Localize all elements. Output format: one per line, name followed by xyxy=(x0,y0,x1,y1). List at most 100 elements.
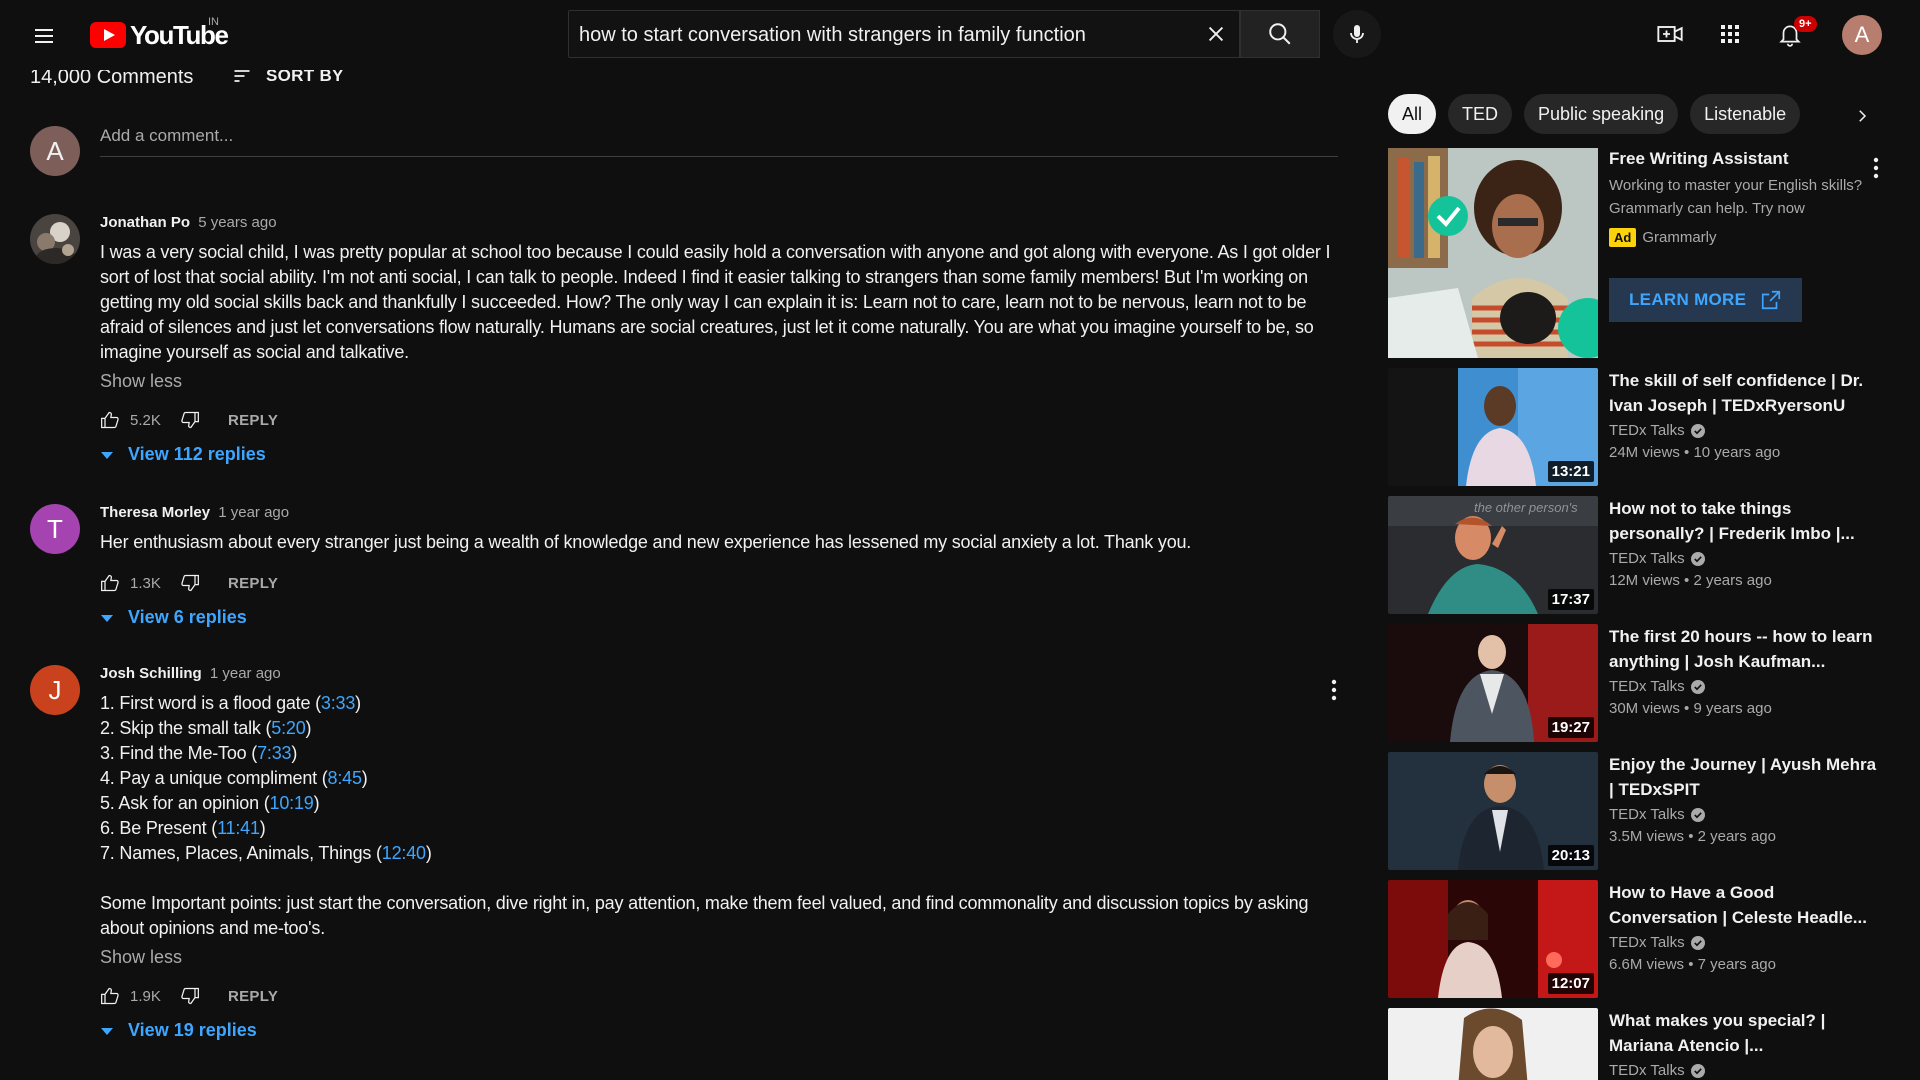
video-thumbnail[interactable]: the other person's 17:37 xyxy=(1388,496,1598,614)
dislike-button[interactable] xyxy=(174,404,206,436)
video-thumbnail[interactable] xyxy=(1388,1008,1598,1080)
chip-ted[interactable]: TED xyxy=(1448,94,1513,134)
channel-name[interactable]: TEDx Talks xyxy=(1609,678,1879,695)
timestamp-link[interactable]: 7:33 xyxy=(257,743,291,763)
timestamp-link[interactable]: 10:19 xyxy=(270,793,314,813)
add-comment-input[interactable]: Add a comment... xyxy=(100,126,1338,157)
list-item: 6. Be Present (11:41) xyxy=(100,818,266,838)
ad-info: Free Writing Assistant Working to master… xyxy=(1609,148,1879,247)
view-replies-button[interactable]: View 112 replies xyxy=(100,444,1340,465)
video-meta: 12M views • 2 years ago xyxy=(1609,572,1772,589)
video-thumbnail[interactable]: 19:27 xyxy=(1388,624,1598,742)
menu-icon[interactable] xyxy=(24,16,64,56)
comment-actions: 1.9K REPLY xyxy=(100,980,1340,1012)
account-avatar[interactable]: A xyxy=(1842,15,1882,55)
recommended-video[interactable]: 20:13 Enjoy the Journey | Ayush Mehra | … xyxy=(1388,752,1888,870)
video-title[interactable]: How to Have a Good Conversation | Celest… xyxy=(1609,880,1879,930)
timestamp-link[interactable]: 3:33 xyxy=(321,693,355,713)
video-title[interactable]: Enjoy the Journey | Ayush Mehra | TEDxSP… xyxy=(1609,752,1879,802)
recommended-video[interactable]: What makes you special? | Mariana Atenci… xyxy=(1388,1008,1888,1080)
create-video-icon[interactable] xyxy=(1650,14,1690,54)
sponsored-ad[interactable]: Free Writing Assistant Working to master… xyxy=(1388,148,1888,358)
verified-icon xyxy=(1690,807,1705,822)
reply-button[interactable]: REPLY xyxy=(228,412,278,429)
view-replies-button[interactable]: View 6 replies xyxy=(100,607,1340,628)
youtube-logo[interactable]: YouTube xyxy=(90,18,229,52)
like-button[interactable] xyxy=(94,404,126,436)
like-button[interactable] xyxy=(94,567,126,599)
ad-thumbnail[interactable] xyxy=(1388,148,1598,358)
comment-text: 1. First word is a flood gate (3:33) 2. … xyxy=(100,691,1340,941)
video-thumbnail[interactable]: 20:13 xyxy=(1388,752,1598,870)
comment-avatar[interactable]: T xyxy=(30,504,80,554)
recommended-video[interactable]: 13:21 The skill of self confidence | Dr.… xyxy=(1388,368,1888,486)
channel-name[interactable]: TEDx Talks xyxy=(1609,550,1879,567)
reply-button[interactable]: REPLY xyxy=(228,988,278,1005)
video-title[interactable]: What makes you special? | Mariana Atenci… xyxy=(1609,1008,1879,1058)
chevron-right-icon[interactable] xyxy=(1842,96,1882,136)
video-title[interactable]: How not to take things personally? | Fre… xyxy=(1609,496,1879,546)
list-item: 5. Ask for an opinion (10:19) xyxy=(100,793,320,813)
timestamp-link[interactable]: 12:40 xyxy=(382,843,426,863)
channel-name[interactable]: TEDx Talks xyxy=(1609,806,1879,823)
comment-author[interactable]: Jonathan Po xyxy=(100,214,190,231)
ad-title[interactable]: Free Writing Assistant xyxy=(1609,148,1879,170)
comment-avatar[interactable] xyxy=(30,214,80,264)
search-input[interactable] xyxy=(577,11,1181,59)
comment-body: Theresa Morley 1 year ago Her enthusiasm… xyxy=(100,504,1340,628)
comment-timestamp[interactable]: 5 years ago xyxy=(198,214,276,231)
learn-more-button[interactable]: LEARN MORE xyxy=(1609,278,1802,322)
like-button[interactable] xyxy=(94,980,126,1012)
chip-all[interactable]: All xyxy=(1388,94,1437,134)
recommended-video[interactable]: 19:27 The first 20 hours -- how to learn… xyxy=(1388,624,1888,742)
search-button[interactable] xyxy=(1240,10,1320,58)
view-replies-label: View 112 replies xyxy=(128,444,266,464)
view-replies-button[interactable]: View 19 replies xyxy=(100,1020,1340,1041)
recommended-video[interactable]: 12:07 How to Have a Good Conversation | … xyxy=(1388,880,1888,998)
ad-thumbnail-image xyxy=(1388,148,1598,358)
thumbnail-caption: the other person's xyxy=(1474,500,1578,515)
chip-public-speaking[interactable]: Public speaking xyxy=(1524,94,1679,134)
comment-header: Theresa Morley 1 year ago xyxy=(100,504,1340,522)
ad-more-options-icon[interactable] xyxy=(1864,148,1888,188)
timestamp-link[interactable]: 11:41 xyxy=(217,818,260,838)
thumbs-up-icon xyxy=(101,411,119,429)
search-icon xyxy=(1269,23,1291,45)
reply-button[interactable]: REPLY xyxy=(228,575,278,592)
dislike-button[interactable] xyxy=(174,567,206,599)
view-replies-label: View 19 replies xyxy=(128,1020,257,1040)
comment-body: Jonathan Po 5 years ago I was a very soc… xyxy=(100,214,1340,465)
verified-icon xyxy=(1690,551,1705,566)
video-title[interactable]: The first 20 hours -- how to learn anyth… xyxy=(1609,624,1879,674)
recommended-video[interactable]: the other person's 17:37 How not to take… xyxy=(1388,496,1888,614)
dislike-button[interactable] xyxy=(174,980,206,1012)
voice-search-button[interactable] xyxy=(1333,10,1381,58)
verified-icon xyxy=(1690,1063,1705,1078)
timestamp-link[interactable]: 8:45 xyxy=(328,768,362,788)
comment-more-options-icon[interactable] xyxy=(1322,670,1346,710)
video-info: The skill of self confidence | Dr. Ivan … xyxy=(1609,368,1879,461)
comment-avatar[interactable]: J xyxy=(30,665,80,715)
list-item: 7. Names, Places, Animals, Things (12:40… xyxy=(100,843,432,863)
chip-listenable[interactable]: Listenable xyxy=(1690,94,1801,134)
show-less-button[interactable]: Show less xyxy=(100,371,182,392)
comment-timestamp[interactable]: 1 year ago xyxy=(210,665,281,682)
channel-name[interactable]: TEDx Talks xyxy=(1609,422,1879,439)
video-thumbnail[interactable]: 13:21 xyxy=(1388,368,1598,486)
show-less-button[interactable]: Show less xyxy=(100,947,182,968)
thumbs-down-icon xyxy=(181,987,199,1005)
comment-body: Josh Schilling 1 year ago 1. First word … xyxy=(100,665,1340,1041)
list-item: 4. Pay a unique compliment (8:45) xyxy=(100,768,368,788)
thumbs-down-icon xyxy=(181,411,199,429)
channel-name[interactable]: TEDx Talks xyxy=(1609,934,1879,951)
apps-grid-icon[interactable] xyxy=(1710,14,1750,54)
comment-author[interactable]: Theresa Morley xyxy=(100,504,210,521)
comment-author[interactable]: Josh Schilling xyxy=(100,665,202,682)
comment-timestamp[interactable]: 1 year ago xyxy=(218,504,289,521)
video-title[interactable]: The skill of self confidence | Dr. Ivan … xyxy=(1609,368,1879,418)
video-thumbnail[interactable]: 12:07 xyxy=(1388,880,1598,998)
timestamp-link[interactable]: 5:20 xyxy=(271,718,305,738)
view-replies-label: View 6 replies xyxy=(128,607,247,627)
clear-search-icon[interactable] xyxy=(1196,14,1236,54)
channel-name[interactable]: TEDx Talks xyxy=(1609,1062,1879,1079)
